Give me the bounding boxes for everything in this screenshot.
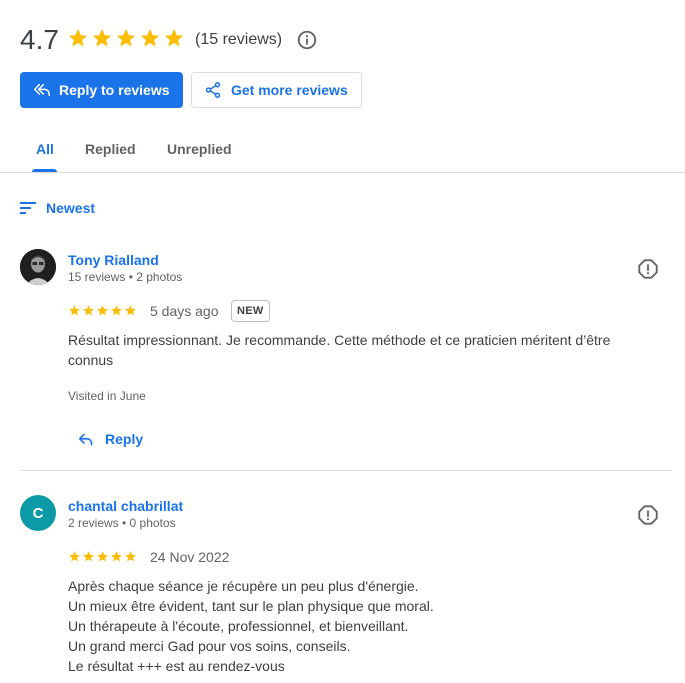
- review-count: (15 reviews): [195, 31, 283, 48]
- get-more-reviews-label: Get more reviews: [231, 82, 348, 98]
- reply-button[interactable]: Reply: [78, 431, 143, 447]
- review-text: Résultat impressionnant. Je recommande. …: [68, 332, 611, 368]
- average-rating: 4.7: [20, 24, 59, 55]
- report-icon[interactable]: [637, 258, 659, 280]
- avatar[interactable]: C: [20, 495, 56, 531]
- tab-replied[interactable]: Replied: [85, 140, 136, 158]
- star-icon: [125, 551, 136, 562]
- sort-button[interactable]: Newest: [20, 198, 95, 218]
- review-text-line: Un thérapeute à l'écoute, professionnel,…: [68, 618, 409, 634]
- review-stars: [68, 550, 137, 563]
- review-text-line: Un grand merci Gad pour vos soins, conse…: [68, 638, 351, 654]
- review-date: 5 days ago: [150, 303, 219, 319]
- get-more-reviews-button[interactable]: Get more reviews: [191, 72, 362, 108]
- star-icon: [97, 305, 108, 316]
- review-text-line: Le résultat +++ est au rendez-vous: [68, 658, 285, 674]
- tabs-divider: [0, 172, 685, 173]
- star-icon: [140, 28, 160, 47]
- reply-label: Reply: [105, 431, 144, 447]
- report-icon[interactable]: [637, 504, 659, 526]
- reviewer-meta: 2 reviews • 0 photos: [68, 516, 176, 530]
- star-icon: [69, 305, 80, 316]
- reply-all-icon: [34, 83, 50, 97]
- tab-unreplied[interactable]: Unreplied: [167, 140, 232, 158]
- new-badge: NEW: [231, 300, 270, 322]
- average-stars: [67, 27, 185, 53]
- review-text-line: Un mieux être évident, tant sur le plan …: [68, 598, 434, 614]
- sort-label: Newest: [46, 200, 96, 216]
- star-icon: [92, 28, 112, 47]
- review-stars: [68, 304, 137, 317]
- reply-icon: [78, 433, 93, 445]
- reply-to-reviews-label: Reply to reviews: [59, 82, 170, 98]
- share-icon: [205, 82, 221, 98]
- star-icon: [111, 551, 122, 562]
- star-icon: [83, 551, 94, 562]
- star-icon: [125, 305, 136, 316]
- review-text: Après chaque séance je récupère un peu p…: [68, 576, 648, 676]
- sort-icon: [20, 202, 36, 214]
- star-icon: [68, 28, 88, 47]
- visit-date: Visited in June: [68, 389, 146, 403]
- reviewer-name[interactable]: Tony Rialland: [68, 251, 159, 269]
- review-date: 24 Nov 2022: [150, 549, 230, 565]
- star-icon: [83, 305, 94, 316]
- reviewer-meta: 15 reviews • 2 photos: [68, 270, 183, 284]
- info-icon[interactable]: [296, 29, 318, 51]
- reviewer-name[interactable]: chantal chabrillat: [68, 497, 183, 515]
- review-text-line: Après chaque séance je récupère un peu p…: [68, 578, 419, 594]
- star-icon: [164, 28, 184, 47]
- star-icon: [97, 551, 108, 562]
- reply-to-reviews-button[interactable]: Reply to reviews: [20, 72, 183, 108]
- tab-all[interactable]: All: [36, 140, 54, 158]
- star-icon: [111, 305, 122, 316]
- star-icon: [69, 551, 80, 562]
- star-icon: [116, 28, 136, 47]
- avatar[interactable]: [20, 249, 56, 285]
- review-divider: [20, 470, 672, 471]
